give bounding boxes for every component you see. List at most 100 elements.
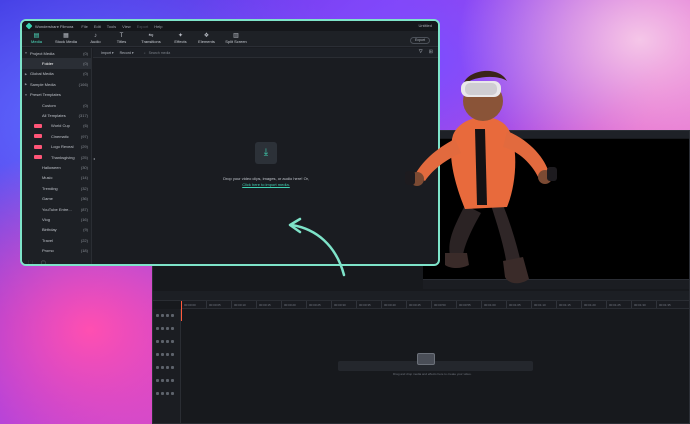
ruler-tick-label: 00:01:05 [506, 301, 531, 308]
track-header[interactable] [153, 322, 180, 335]
search-input[interactable]: ⌕ Search media [144, 51, 171, 55]
category-tabs: ▤ Media ▦ Stock Media ♪ Audio T Titles ⇋ Transiti… [22, 31, 438, 47]
title-bar: Wondershare Filmora File Edit Tools View Exp… [22, 21, 438, 31]
expand-arrow-icon[interactable]: ▼ [22, 51, 30, 55]
track-header[interactable] [153, 348, 180, 361]
new-badge [34, 154, 42, 159]
tab-label: Media [31, 39, 42, 44]
sidebar-item-label: Birthday [42, 227, 57, 233]
new-badge [34, 123, 42, 128]
track-header[interactable] [153, 387, 180, 400]
sidebar-item-label: Vlog [42, 216, 51, 222]
tab-transitions[interactable]: ⇋ Transitions [136, 31, 166, 46]
sidebar-item-vlog[interactable]: Vlog (16) [22, 214, 91, 224]
timeline-drop-icon [417, 353, 435, 365]
sidebar-item-thanksgiving[interactable]: Thanksgiving (25) [22, 152, 91, 162]
ruler-tick-label: 00:00:20 [281, 301, 306, 308]
tab-elements[interactable]: ❖ Elements [195, 31, 218, 46]
tab-titles[interactable]: T Titles [110, 31, 133, 46]
sidebar-item-halloween[interactable]: Halloween (30) [22, 162, 91, 172]
tab-audio[interactable]: ♪ Audio [84, 31, 107, 46]
export-button[interactable]: Export [410, 37, 430, 44]
sidebar-item-custom[interactable]: Custom (0) [22, 100, 91, 110]
delete-folder-icon[interactable]: ▢ [41, 260, 46, 264]
sidebar-item-label: Travel [42, 237, 53, 243]
sidebar-item-count: (0) [83, 102, 88, 108]
media-sidebar: ▼ Project Media (0) Folder (0) ▶ Global Media(… [22, 48, 92, 264]
sidebar-item-label: All Templates [42, 113, 66, 119]
sidebar-item-count: (87) [80, 206, 88, 212]
tab-effects[interactable]: ✦ Effects [169, 31, 192, 46]
sidebar-item-sample-media[interactable]: ▶ Sample Media (166) [22, 79, 91, 89]
timeline-ruler[interactable]: 00:00:00 00:00:05 00:00:10 00:00:15 00:00:20… [181, 301, 689, 309]
sidebar-item-preset-templates[interactable]: ▼ Preset Templates [22, 90, 91, 100]
sidebar-item-logo-reveal[interactable]: Logo Reveal (29) [22, 142, 91, 152]
collapse-sidebar-icon[interactable]: ◂ [93, 156, 95, 161]
filmora-logo-icon [25, 22, 33, 30]
timeline-hint: Drag and drop media and effects here to … [393, 372, 472, 376]
sidebar-item-global-media[interactable]: ▶ Global Media (0) [22, 69, 91, 79]
document-title: Untitled [418, 23, 432, 28]
new-folder-icon[interactable]: 🗀 [28, 260, 33, 264]
timeline-playhead[interactable] [181, 301, 182, 321]
track-headers [153, 309, 181, 423]
sidebar-item-travel[interactable]: Travel (22) [22, 235, 91, 245]
track-header[interactable] [153, 361, 180, 374]
menu-item-file[interactable]: File [81, 24, 87, 29]
vr-character-illustration [405, 70, 557, 284]
sidebar-item-folder[interactable]: Folder (0) [22, 58, 91, 69]
sidebar-item-youtube-entre[interactable]: YouTube Entre... (87) [22, 204, 91, 214]
sidebar-item-world-cup[interactable]: World Cup (6) [22, 121, 91, 131]
ruler-tick-label: 00:01:10 [531, 301, 556, 308]
track-header[interactable] [153, 374, 180, 387]
sidebar-item-count: (97) [80, 133, 88, 139]
sidebar-item-count: (29) [80, 144, 88, 150]
sidebar-item-game[interactable]: Game (36) [22, 193, 91, 203]
timeline-drop-area[interactable] [338, 361, 533, 371]
collapse-arrow-icon[interactable]: ▶ [22, 72, 30, 76]
tab-label: Audio [90, 39, 101, 44]
tab-stock-media[interactable]: ▦ Stock Media [51, 31, 81, 46]
ruler-tick-label: 00:00:00 [181, 301, 206, 308]
menu-item-edit[interactable]: Edit [94, 24, 101, 29]
sidebar-item-count: (32) [80, 185, 88, 191]
sidebar-item-cinematic[interactable]: Cinematic (97) [22, 131, 91, 141]
sidebar-item-count: (0) [83, 61, 88, 67]
tab-label: Elements [198, 39, 215, 44]
record-dropdown[interactable]: Record ▾ [120, 51, 134, 55]
ruler-tick-label: 00:01:25 [606, 301, 631, 308]
sidebar-item-count: (6) [83, 123, 88, 129]
collapse-arrow-icon[interactable]: ▶ [22, 82, 30, 86]
sidebar-item-count: (22) [80, 237, 88, 243]
sidebar-item-count: (18) [80, 248, 88, 254]
menu-item-view[interactable]: View [122, 24, 131, 29]
tab-split-screen[interactable]: ▥ Split Screen [221, 31, 251, 46]
tab-label: Split Screen [225, 39, 247, 44]
sidebar-item-label: Promo [42, 248, 54, 254]
ruler-tick-label: 00:01:30 [631, 301, 656, 308]
expand-arrow-icon[interactable]: ▼ [22, 93, 30, 97]
sidebar-item-all-templates[interactable]: All Templates (317) [22, 110, 91, 120]
track-header[interactable] [153, 309, 180, 322]
sidebar-item-label: Custom [42, 102, 56, 108]
ruler-tick-label: 00:01:35 [656, 301, 681, 308]
tab-label: Stock Media [54, 39, 77, 44]
sidebar-item-promo[interactable]: Promo (18) [22, 245, 91, 255]
track-header[interactable] [153, 335, 180, 348]
sidebar-item-birthday[interactable]: Birthday (9) [22, 225, 91, 235]
menu-item-tools[interactable]: Tools [107, 24, 116, 29]
sidebar-footer: 🗀 ▢ [28, 260, 46, 264]
menu-item-help[interactable]: Help [154, 24, 162, 29]
sidebar-item-label: Trending [42, 185, 58, 191]
sidebar-item-music[interactable]: Music (14) [22, 173, 91, 183]
tab-media[interactable]: ▤ Media [25, 31, 48, 46]
import-media-link[interactable]: Click here to import media. [197, 182, 335, 187]
tab-label: Transitions [141, 39, 161, 44]
menu-item-export[interactable]: Export [137, 24, 149, 29]
import-media-button[interactable]: ⤓ [255, 142, 277, 164]
sidebar-item-project-media[interactable]: ▼ Project Media (0) [22, 48, 91, 58]
dropzone-text: Drop your video clips, images, or audio … [223, 176, 309, 181]
import-dropdown[interactable]: Import ▾ [101, 51, 114, 55]
sidebar-item-label: Sample Media [30, 81, 56, 87]
sidebar-item-trending[interactable]: Trending (32) [22, 183, 91, 193]
